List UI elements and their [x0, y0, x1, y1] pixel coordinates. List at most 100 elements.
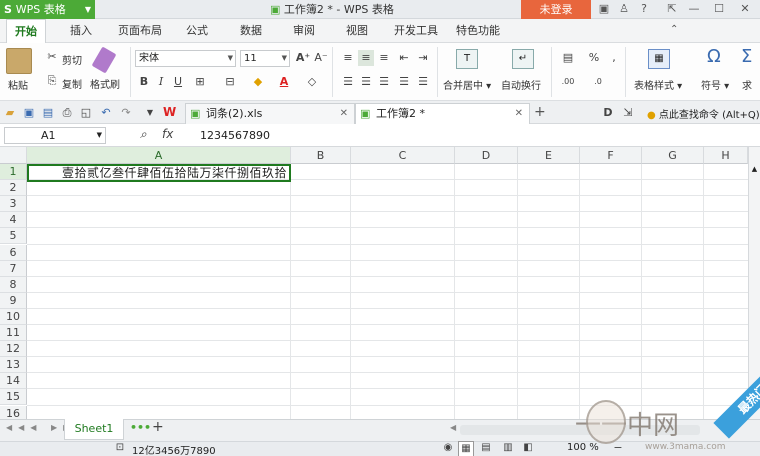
row-header-14[interactable]: 14 — [0, 373, 27, 390]
table-style-button[interactable]: 表格样式 ▾ — [634, 77, 682, 92]
align-center-icon[interactable]: ☰ — [358, 74, 374, 90]
column-header-d[interactable]: D — [455, 147, 518, 164]
column-header-h[interactable]: H — [704, 147, 748, 164]
row-header-7[interactable]: 7 — [0, 260, 27, 277]
paste-button[interactable]: 粘贴 — [8, 77, 28, 92]
border-icon[interactable]: ⊞ — [192, 74, 208, 90]
collapse-ribbon-icon[interactable]: ⌃ — [670, 24, 678, 35]
scroll-up-icon[interactable]: ▲ — [750, 165, 759, 175]
print-icon[interactable]: ⎙ — [59, 105, 75, 121]
border-style-icon[interactable]: ⊟ — [222, 74, 238, 90]
export-icon[interactable]: ▤ — [40, 105, 56, 121]
app-menu-button[interactable]: S WPS 表格 ▼ — [0, 0, 95, 19]
italic-icon[interactable]: I — [153, 74, 169, 90]
clear-format-icon[interactable]: ◇ — [304, 74, 320, 90]
skin-icon[interactable]: ▣ — [597, 2, 611, 16]
eye-icon[interactable]: ◉ — [440, 441, 456, 456]
increase-decimal-icon[interactable]: .00 — [560, 74, 576, 90]
font-name-select[interactable]: 宋体 ▼ — [135, 50, 236, 67]
fill-color-icon[interactable]: ◆ — [250, 74, 266, 90]
customize-toolbar-icon[interactable]: ▼ — [142, 105, 158, 121]
tab-data[interactable]: 数据 — [240, 19, 262, 43]
add-sheet-icon[interactable]: + — [152, 419, 164, 435]
bold-icon[interactable]: B — [136, 74, 152, 90]
column-header-b[interactable]: B — [291, 147, 351, 164]
column-header-c[interactable]: C — [351, 147, 455, 164]
percent-icon[interactable]: % — [586, 50, 602, 66]
column-header-f[interactable]: F — [580, 147, 642, 164]
new-tab-icon[interactable]: + — [534, 104, 546, 120]
column-header-g[interactable]: G — [642, 147, 704, 164]
align-middle-icon[interactable]: ≡ — [358, 50, 374, 66]
align-left-icon[interactable]: ☰ — [340, 74, 356, 90]
page-break-view-icon[interactable]: ▥ — [500, 441, 516, 456]
select-all-corner[interactable] — [0, 147, 27, 164]
tab-formulas[interactable]: 公式 — [186, 19, 208, 43]
tab-home[interactable]: 开始 — [6, 19, 46, 43]
sum-button[interactable]: 求 — [742, 77, 752, 92]
wps-w-icon[interactable]: W — [163, 105, 176, 119]
column-header-a[interactable]: A — [27, 147, 291, 164]
tab-page-layout[interactable]: 页面布局 — [118, 19, 162, 43]
undo-icon[interactable]: ↶ — [98, 105, 114, 121]
login-button[interactable]: 未登录 — [521, 0, 591, 19]
zoom-out-icon[interactable]: − — [610, 441, 626, 456]
close-tab-icon[interactable]: ✕ — [340, 104, 348, 124]
formula-input[interactable]: 1234567890 — [200, 127, 270, 144]
row-header-5[interactable]: 5 — [0, 228, 27, 245]
arrange-icon[interactable]: ⇲ — [620, 105, 636, 121]
distribute-icon[interactable]: ☰ — [415, 74, 431, 90]
increase-indent-icon[interactable]: ⇥ — [415, 50, 431, 66]
help-icon[interactable]: ? — [637, 2, 651, 16]
zoom-level[interactable]: 100 % — [567, 442, 599, 453]
row-header-3[interactable]: 3 — [0, 196, 27, 213]
more-sheets-icon[interactable]: ••• — [130, 421, 151, 434]
number-format-icon[interactable]: ▤ — [560, 50, 576, 66]
close-tab-icon[interactable]: ✕ — [515, 104, 523, 124]
grow-font-icon[interactable]: A⁺ — [295, 50, 311, 66]
row-header-8[interactable]: 8 — [0, 276, 27, 293]
font-color-icon[interactable]: A — [276, 74, 292, 90]
row-header-13[interactable]: 13 — [0, 357, 27, 374]
shrink-font-icon[interactable]: A⁻ — [313, 50, 329, 66]
cell-a1[interactable]: 壹拾贰亿叁仟肆佰伍拾陆万柒仟捌佰玖拾 — [27, 164, 291, 182]
justify-icon[interactable]: ☰ — [396, 74, 412, 90]
scroll-left-icon[interactable]: ◀ — [450, 423, 456, 432]
row-header-4[interactable]: 4 — [0, 212, 27, 229]
open-folder-icon[interactable]: ▰ — [2, 105, 18, 121]
column-header-e[interactable]: E — [518, 147, 580, 164]
spreadsheet-grid[interactable] — [0, 147, 748, 419]
print-preview-icon[interactable]: ◱ — [78, 105, 94, 121]
redo-icon[interactable]: ↷ — [118, 105, 134, 121]
row-header-1[interactable]: 1 — [0, 164, 27, 181]
cut-button[interactable]: 剪切 — [62, 52, 82, 67]
maximize-icon[interactable]: ☐ — [712, 2, 726, 16]
tab-insert[interactable]: 插入 — [70, 19, 92, 43]
restore-ribbon-icon[interactable]: ⇱ — [665, 2, 679, 16]
row-header-15[interactable]: 15 — [0, 389, 27, 406]
font-size-select[interactable]: 11 ▼ — [240, 50, 290, 67]
paste-icon[interactable] — [6, 48, 32, 74]
align-top-icon[interactable]: ≡ — [340, 50, 356, 66]
minimize-icon[interactable]: — — [687, 2, 701, 16]
reading-view-icon[interactable]: ◧ — [520, 441, 536, 456]
symbol-button[interactable]: 符号 ▾ — [701, 77, 729, 92]
doc-tab-active[interactable]: ▣ 工作簿2 * ✕ — [355, 103, 530, 124]
row-header-2[interactable]: 2 — [0, 180, 27, 197]
row-header-6[interactable]: 6 — [0, 244, 27, 261]
row-header-12[interactable]: 12 — [0, 341, 27, 358]
row-header-10[interactable]: 10 — [0, 308, 27, 325]
underline-icon[interactable]: U — [170, 74, 186, 90]
tab-special[interactable]: 特色功能 — [456, 19, 500, 43]
page-layout-view-icon[interactable]: ▤ — [478, 441, 494, 456]
doc-tab[interactable]: ▣ 词条(2).xls ✕ — [185, 103, 355, 124]
name-box[interactable]: A1 ▼ — [4, 127, 106, 144]
shirt-icon[interactable]: ♙ — [617, 2, 631, 16]
normal-view-icon[interactable]: ▦ — [458, 441, 474, 456]
decrease-indent-icon[interactable]: ⇤ — [396, 50, 412, 66]
tab-review[interactable]: 审阅 — [293, 19, 315, 43]
save-icon[interactable]: ▣ — [21, 105, 37, 121]
sheet-tab[interactable]: Sheet1 — [64, 419, 124, 440]
row-header-11[interactable]: 11 — [0, 325, 27, 342]
zoom-search-icon[interactable]: ⌕ — [140, 127, 147, 142]
